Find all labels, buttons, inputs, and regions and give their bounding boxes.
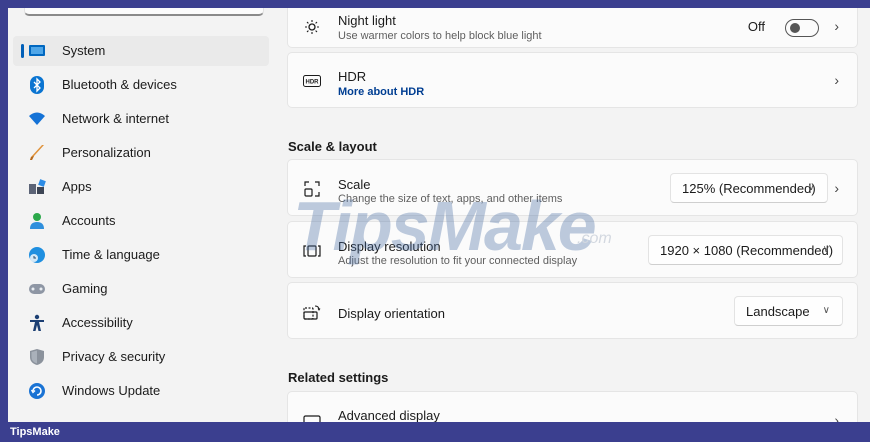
person-icon xyxy=(28,212,46,230)
sidebar-item-network[interactable]: Network & internet xyxy=(13,104,269,134)
orientation-dropdown[interactable]: Landscape ∨ xyxy=(734,296,843,326)
display-orientation-card[interactable]: Display orientation Landscape ∨ xyxy=(287,282,858,339)
sidebar-item-time-language[interactable]: Time & language xyxy=(13,240,269,270)
sidebar-item-label: Gaming xyxy=(62,281,108,296)
resolution-icon xyxy=(302,241,322,261)
related-settings-header: Related settings xyxy=(288,370,389,385)
display-resolution-subtitle: Adjust the resolution to fit your connec… xyxy=(338,255,578,267)
orientation-icon xyxy=(302,302,322,322)
resolution-dropdown[interactable]: 1920 × 1080 (Recommended) ∨ xyxy=(648,235,843,265)
orientation-value: Landscape xyxy=(746,303,810,319)
scale-dropdown[interactable]: 125% (Recommended) ∨ xyxy=(670,173,828,203)
night-light-card[interactable]: Night light Use warmer colors to help bl… xyxy=(287,8,858,48)
brush-icon xyxy=(28,144,46,162)
sidebar: System Bluetooth & devices Network & int… xyxy=(8,8,270,422)
scale-title: Scale xyxy=(338,177,371,192)
hdr-more-link[interactable]: More about HDR xyxy=(338,86,424,98)
sidebar-item-windows-update[interactable]: Windows Update xyxy=(13,376,269,406)
accessibility-icon xyxy=(28,314,46,332)
sidebar-item-label: Bluetooth & devices xyxy=(62,77,177,92)
svg-text:HDR: HDR xyxy=(306,80,320,86)
sidebar-item-apps[interactable]: Apps xyxy=(13,172,269,202)
scale-layout-header: Scale & layout xyxy=(288,139,377,154)
bluetooth-icon xyxy=(28,76,46,94)
night-light-toggle[interactable] xyxy=(785,19,819,37)
display-resolution-title: Display resolution xyxy=(338,239,441,254)
chevron-down-icon: ∨ xyxy=(822,244,830,255)
chevron-down-icon: ∨ xyxy=(822,305,830,316)
sidebar-item-label: Network & internet xyxy=(62,111,169,126)
gamepad-icon xyxy=(28,280,46,298)
settings-window: System Bluetooth & devices Network & int… xyxy=(8,8,870,422)
update-icon xyxy=(28,382,46,400)
footer-brand: TipsMake xyxy=(10,426,60,438)
hdr-card[interactable]: HDR HDR More about HDR › xyxy=(287,52,858,108)
sidebar-item-label: Accessibility xyxy=(62,315,133,330)
sidebar-item-label: System xyxy=(62,43,106,58)
sidebar-item-label: Privacy & security xyxy=(62,349,166,364)
shield-icon xyxy=(28,348,46,366)
sidebar-item-system[interactable]: System xyxy=(13,36,269,66)
advanced-display-card[interactable]: Advanced display › xyxy=(287,391,858,422)
chevron-down-icon: ∨ xyxy=(807,182,815,193)
hdr-icon: HDR xyxy=(302,71,322,91)
advanced-display-title: Advanced display xyxy=(338,408,440,422)
globe-clock-icon xyxy=(28,246,46,264)
chevron-right-icon: › xyxy=(834,18,839,34)
sidebar-item-label: Personalization xyxy=(62,145,151,160)
sidebar-item-accounts[interactable]: Accounts xyxy=(13,206,269,236)
chevron-right-icon: › xyxy=(834,412,839,422)
resolution-value: 1920 × 1080 (Recommended) xyxy=(660,242,834,258)
apps-icon xyxy=(28,178,46,196)
sidebar-item-accessibility[interactable]: Accessibility xyxy=(13,308,269,338)
night-light-subtitle: Use warmer colors to help block blue lig… xyxy=(338,30,542,42)
display-resolution-card[interactable]: Display resolution Adjust the resolution… xyxy=(287,221,858,278)
sidebar-item-label: Time & language xyxy=(62,247,160,262)
sidebar-item-label: Windows Update xyxy=(62,383,161,398)
sidebar-item-bluetooth[interactable]: Bluetooth & devices xyxy=(13,70,269,100)
night-light-icon xyxy=(302,17,322,37)
sidebar-item-privacy[interactable]: Privacy & security xyxy=(13,342,269,372)
scale-subtitle: Change the size of text, apps, and other… xyxy=(338,193,563,205)
sidebar-item-personalization[interactable]: Personalization xyxy=(13,138,269,168)
hdr-title: HDR xyxy=(338,69,367,84)
footer-bar: TipsMake xyxy=(0,422,870,442)
chevron-right-icon: › xyxy=(834,72,839,88)
active-indicator xyxy=(21,44,24,58)
sidebar-item-label: Apps xyxy=(62,179,92,194)
night-light-state: Off xyxy=(747,19,765,34)
main-content: Night light Use warmer colors to help bl… xyxy=(270,8,870,422)
scale-icon xyxy=(302,179,322,199)
search-input[interactable] xyxy=(24,8,264,16)
system-monitor-icon xyxy=(28,42,46,60)
sidebar-item-label: Accounts xyxy=(62,213,116,228)
scale-card[interactable]: Scale Change the size of text, apps, and… xyxy=(287,159,858,216)
sidebar-item-gaming[interactable]: Gaming xyxy=(13,274,269,304)
display-orientation-title: Display orientation xyxy=(338,306,445,321)
wifi-icon xyxy=(28,110,46,128)
chevron-right-icon: › xyxy=(834,180,839,196)
scale-value: 125% (Recommended) xyxy=(682,180,816,196)
night-light-title: Night light xyxy=(338,13,396,28)
monitor-icon xyxy=(302,412,322,422)
